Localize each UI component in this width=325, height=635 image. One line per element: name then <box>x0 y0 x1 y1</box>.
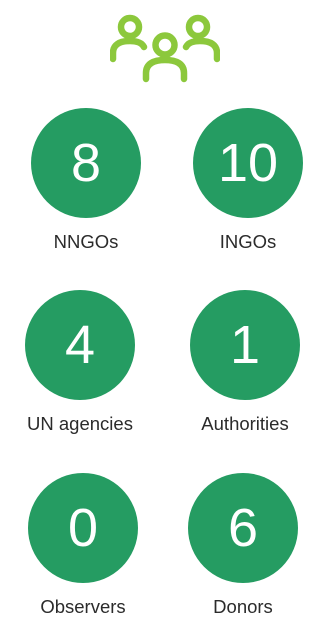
stat-value-circle: 4 <box>25 290 135 400</box>
stat-label: INGOs <box>219 231 277 252</box>
stat-value-circle: 6 <box>188 473 298 583</box>
stat-authorities: 1 Authorities <box>165 290 325 435</box>
people-group-icon <box>110 14 220 83</box>
stat-label: Authorities <box>201 413 289 434</box>
stat-value-circle: 10 <box>193 108 303 218</box>
stat-ingos: 10 INGOs <box>168 108 325 253</box>
stat-label: NNGOs <box>53 231 119 252</box>
stat-nngos: 8 NNGOs <box>6 108 166 253</box>
stat-value-circle: 8 <box>31 108 141 218</box>
stat-label: UN agencies <box>27 413 133 434</box>
stat-donors: 6 Donors <box>163 473 323 618</box>
stat-value-circle: 1 <box>190 290 300 400</box>
stat-label: Observers <box>40 596 126 617</box>
stat-label: Donors <box>213 596 273 617</box>
stat-observers: 0 Observers <box>3 473 163 618</box>
stat-un-agencies: 4 UN agencies <box>0 290 160 435</box>
stat-value-circle: 0 <box>28 473 138 583</box>
